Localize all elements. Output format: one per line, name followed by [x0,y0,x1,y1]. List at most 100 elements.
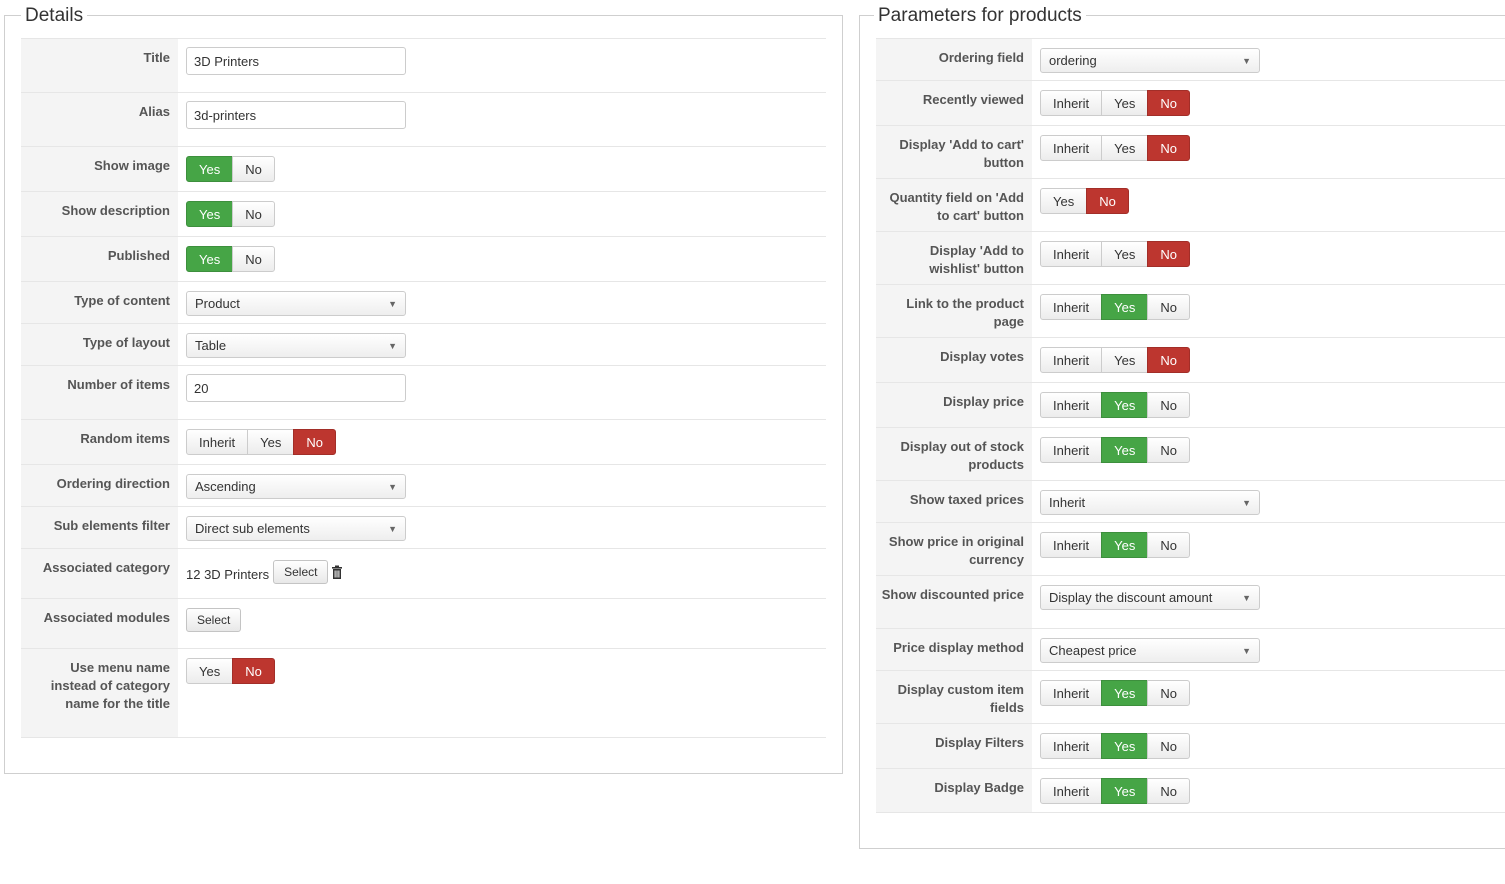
row-associated-category: Associated category 12 3D Printers Selec… [21,548,826,598]
no-button[interactable]: No [1147,241,1190,267]
no-button[interactable]: No [1147,437,1190,463]
yes-button[interactable]: Yes [1101,241,1149,267]
chevron-down-icon: ▼ [388,482,397,492]
no-button[interactable]: No [1147,733,1190,759]
parameters-panel: Parameters for products Ordering field o… [859,5,1505,849]
yes-button[interactable]: Yes [1101,90,1149,116]
no-button[interactable]: No [1147,294,1190,320]
display-out-of-stock-toggle: Inherit Yes No [1040,437,1190,463]
inherit-button[interactable]: Inherit [1040,241,1103,267]
show-taxed-prices-select[interactable]: Inherit ▼ [1040,490,1260,515]
row-display-filters: Display Filters Inherit Yes No [876,723,1505,768]
no-button[interactable]: No [232,201,275,227]
inherit-button[interactable]: Inherit [1040,294,1103,320]
no-button[interactable]: No [1147,532,1190,558]
no-button[interactable]: No [232,246,275,272]
inherit-button[interactable]: Inherit [1040,392,1103,418]
ordering-direction-label: Ordering direction [21,465,178,506]
yes-button[interactable]: Yes [1101,347,1149,373]
ordering-field-select[interactable]: ordering ▼ [1040,48,1260,73]
row-show-discounted-price: Show discounted price Display the discou… [876,575,1505,628]
inherit-button[interactable]: Inherit [1040,532,1103,558]
associated-category-label: Associated category [21,549,178,598]
show-price-original-currency-toggle: Inherit Yes No [1040,532,1190,558]
display-custom-item-fields-toggle: Inherit Yes No [1040,680,1190,706]
alias-input[interactable] [186,101,406,129]
yes-button[interactable]: Yes [1101,294,1149,320]
trash-icon[interactable] [331,565,343,579]
no-button[interactable]: No [1147,135,1190,161]
row-display-badge: Display Badge Inherit Yes No [876,768,1505,813]
select-category-button[interactable]: Select [273,560,329,584]
yes-button[interactable]: Yes [1101,532,1149,558]
row-associated-modules: Associated modules Select [21,598,826,648]
row-recently-viewed: Recently viewed Inherit Yes No [876,80,1505,125]
yes-button[interactable]: Yes [247,429,295,455]
row-show-price-original-currency: Show price in original currency Inherit … [876,522,1505,575]
inherit-button[interactable]: Inherit [1040,680,1103,706]
select-value: Ascending [195,479,256,494]
chevron-down-icon: ▼ [1242,498,1251,508]
inherit-button[interactable]: Inherit [1040,90,1103,116]
no-button[interactable]: No [293,429,336,455]
select-value: Direct sub elements [195,521,310,536]
inherit-button[interactable]: Inherit [1040,437,1103,463]
no-button[interactable]: No [1147,680,1190,706]
no-button[interactable]: No [232,658,275,684]
published-label: Published [21,237,178,281]
show-discounted-price-select[interactable]: Display the discount amount ▼ [1040,585,1260,610]
row-random-items: Random items Inherit Yes No [21,419,826,464]
row-number-of-items: Number of items [21,365,826,419]
row-title: Title [21,38,826,92]
price-display-method-select[interactable]: Cheapest price ▼ [1040,638,1260,663]
yes-button[interactable]: Yes [186,246,234,272]
no-button[interactable]: No [1147,90,1190,116]
quantity-field-toggle: Yes No [1040,188,1129,214]
no-button[interactable]: No [1147,347,1190,373]
row-show-taxed-prices: Show taxed prices Inherit ▼ [876,480,1505,522]
yes-button[interactable]: Yes [1101,680,1149,706]
ordering-direction-select[interactable]: Ascending ▼ [186,474,406,499]
no-button[interactable]: No [1086,188,1129,214]
quantity-field-label: Quantity field on 'Add to cart' button [876,179,1032,231]
no-button[interactable]: No [1147,778,1190,804]
inherit-button[interactable]: Inherit [186,429,249,455]
inherit-button[interactable]: Inherit [1040,347,1103,373]
yes-button[interactable]: Yes [1101,392,1149,418]
parameters-legend: Parameters for products [874,5,1086,27]
title-input[interactable] [186,47,406,75]
select-value: Table [195,338,227,353]
row-link-to-product: Link to the product page Inherit Yes No [876,284,1505,337]
yes-button[interactable]: Yes [1101,437,1149,463]
row-published: Published Yes No [21,236,826,281]
no-button[interactable]: No [1147,392,1190,418]
inherit-button[interactable]: Inherit [1040,135,1103,161]
inherit-button[interactable]: Inherit [1040,733,1103,759]
row-display-votes: Display votes Inherit Yes No [876,337,1505,382]
select-value: Cheapest price [1049,643,1137,658]
yes-button[interactable]: Yes [186,201,234,227]
yes-button[interactable]: Yes [1101,778,1149,804]
number-of-items-input[interactable] [186,374,406,402]
no-button[interactable]: No [232,156,275,182]
yes-button[interactable]: Yes [1040,188,1088,214]
display-price-label: Display price [876,383,1032,427]
sub-elements-filter-select[interactable]: Direct sub elements ▼ [186,516,406,541]
row-ordering-field: Ordering field ordering ▼ [876,38,1505,80]
alias-label: Alias [21,93,178,146]
details-legend: Details [21,5,88,27]
select-modules-button[interactable]: Select [186,608,242,632]
type-of-layout-select[interactable]: Table ▼ [186,333,406,358]
yes-button[interactable]: Yes [186,156,234,182]
yes-button[interactable]: Yes [1101,733,1149,759]
select-value: ordering [1049,53,1097,68]
type-of-content-select[interactable]: Product ▼ [186,291,406,316]
row-price-display-method: Price display method Cheapest price ▼ [876,628,1505,670]
yes-button[interactable]: Yes [1101,135,1149,161]
row-show-image: Show image Yes No [21,146,826,191]
yes-button[interactable]: Yes [186,658,234,684]
row-display-custom-item-fields: Display custom item fields Inherit Yes N… [876,670,1505,723]
display-votes-toggle: Inherit Yes No [1040,347,1190,373]
inherit-button[interactable]: Inherit [1040,778,1103,804]
show-image-toggle: Yes No [186,156,275,182]
